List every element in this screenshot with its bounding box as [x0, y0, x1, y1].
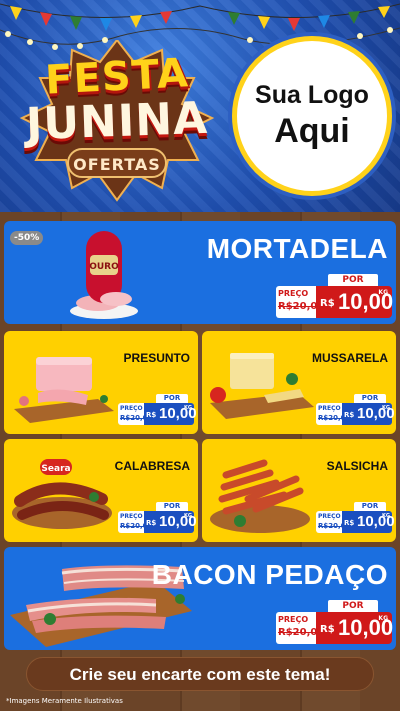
unit-label: KG: [184, 405, 192, 411]
cta-button[interactable]: Crie seu encarte com este tema!: [26, 657, 374, 691]
preco-label: PREÇO: [120, 405, 143, 412]
presunto-image-icon: [14, 357, 114, 423]
por-label: POR: [156, 394, 188, 403]
product-card-salsicha[interactable]: SALSICHA POR PREÇO R$20,00 R$ 10,00 KG: [202, 439, 396, 542]
discount-badge: -50%: [10, 231, 44, 245]
header-banner: FESTA JUNINA OFERTAS Sua Logo Aqui: [0, 0, 400, 212]
product-name: MUSSARELA: [311, 351, 388, 365]
product-name: PRESUNTO: [123, 351, 190, 365]
title-junina: JUNINA: [25, 92, 209, 151]
mortadela-image-icon: OURO: [70, 231, 138, 319]
price-tag: POR PREÇO R$20,00 R$ 10,00 KG: [118, 394, 197, 428]
product-card-calabresa[interactable]: Seara CALABRESA POR PREÇO R$20,00 R$ 10,…: [4, 439, 198, 542]
currency-label: R$: [344, 519, 355, 527]
unit-label: KG: [382, 405, 390, 411]
logo-placeholder[interactable]: Sua Logo Aqui: [232, 36, 392, 196]
currency-label: R$: [146, 411, 157, 419]
por-label: POR: [156, 502, 188, 511]
currency-label: R$: [320, 624, 335, 635]
unit-label: KG: [378, 289, 388, 296]
product-card-mussarela[interactable]: MUSSARELA POR PREÇO R$20,00 R$ 10,00 KG: [202, 331, 396, 434]
title-ofertas: OFERTAS: [67, 148, 167, 178]
price-tag: POR PREÇO R$20,00 R$ 10,00 KG: [276, 274, 393, 320]
calabresa-image-icon: Seara: [12, 459, 112, 529]
currency-label: R$: [146, 519, 157, 527]
unit-label: KG: [382, 513, 390, 519]
product-card-mortadela[interactable]: -50% OURO MORTADELA POR PREÇO R$20,00 R$…: [4, 221, 396, 324]
product-name: MORTADELA: [206, 233, 388, 264]
por-label: POR: [354, 394, 386, 403]
por-label: POR: [354, 502, 386, 511]
preco-label: PREÇO: [278, 615, 309, 624]
mortadela-brand-label: OURO: [89, 262, 119, 272]
disclaimer-text: *Imagens Meramente Ilustrativas: [6, 697, 123, 705]
festa-junina-badge: FESTA JUNINA OFERTAS: [12, 40, 222, 202]
price-tag: POR PREÇO R$20,00 R$ 10,00 KG: [118, 502, 197, 536]
product-name: BACON PEDAÇO: [151, 559, 388, 590]
unit-label: KG: [184, 513, 192, 519]
mussarela-image-icon: [210, 353, 314, 419]
currency-label: R$: [344, 411, 355, 419]
currency-label: R$: [320, 298, 335, 309]
por-label: POR: [328, 600, 378, 612]
product-name: CALABRESA: [114, 459, 190, 473]
calabresa-brand-label: Seara: [41, 464, 70, 474]
salsicha-image-icon: [210, 459, 310, 533]
product-card-bacon[interactable]: BACON PEDAÇO POR PREÇO R$20,00 R$ 10,00 …: [4, 547, 396, 650]
por-label: POR: [328, 274, 378, 286]
price-tag: POR PREÇO R$20,00 R$ 10,00 KG: [276, 600, 393, 646]
preco-label: PREÇO: [278, 289, 309, 298]
logo-line1: Sua Logo: [255, 81, 369, 109]
product-card-presunto[interactable]: PRESUNTO POR PREÇO R$20,00 R$ 10,00 KG: [4, 331, 198, 434]
unit-label: KG: [378, 615, 388, 622]
price-tag: POR PREÇO R$20,00 R$ 10,00 KG: [316, 502, 395, 536]
preco-label: PREÇO: [120, 513, 143, 520]
preco-label: PREÇO: [318, 513, 341, 520]
product-name: SALSICHA: [326, 459, 388, 473]
price-tag: POR PREÇO R$20,00 R$ 10,00 KG: [316, 394, 395, 428]
preco-label: PREÇO: [318, 405, 341, 412]
logo-line2: Aqui: [274, 112, 350, 150]
